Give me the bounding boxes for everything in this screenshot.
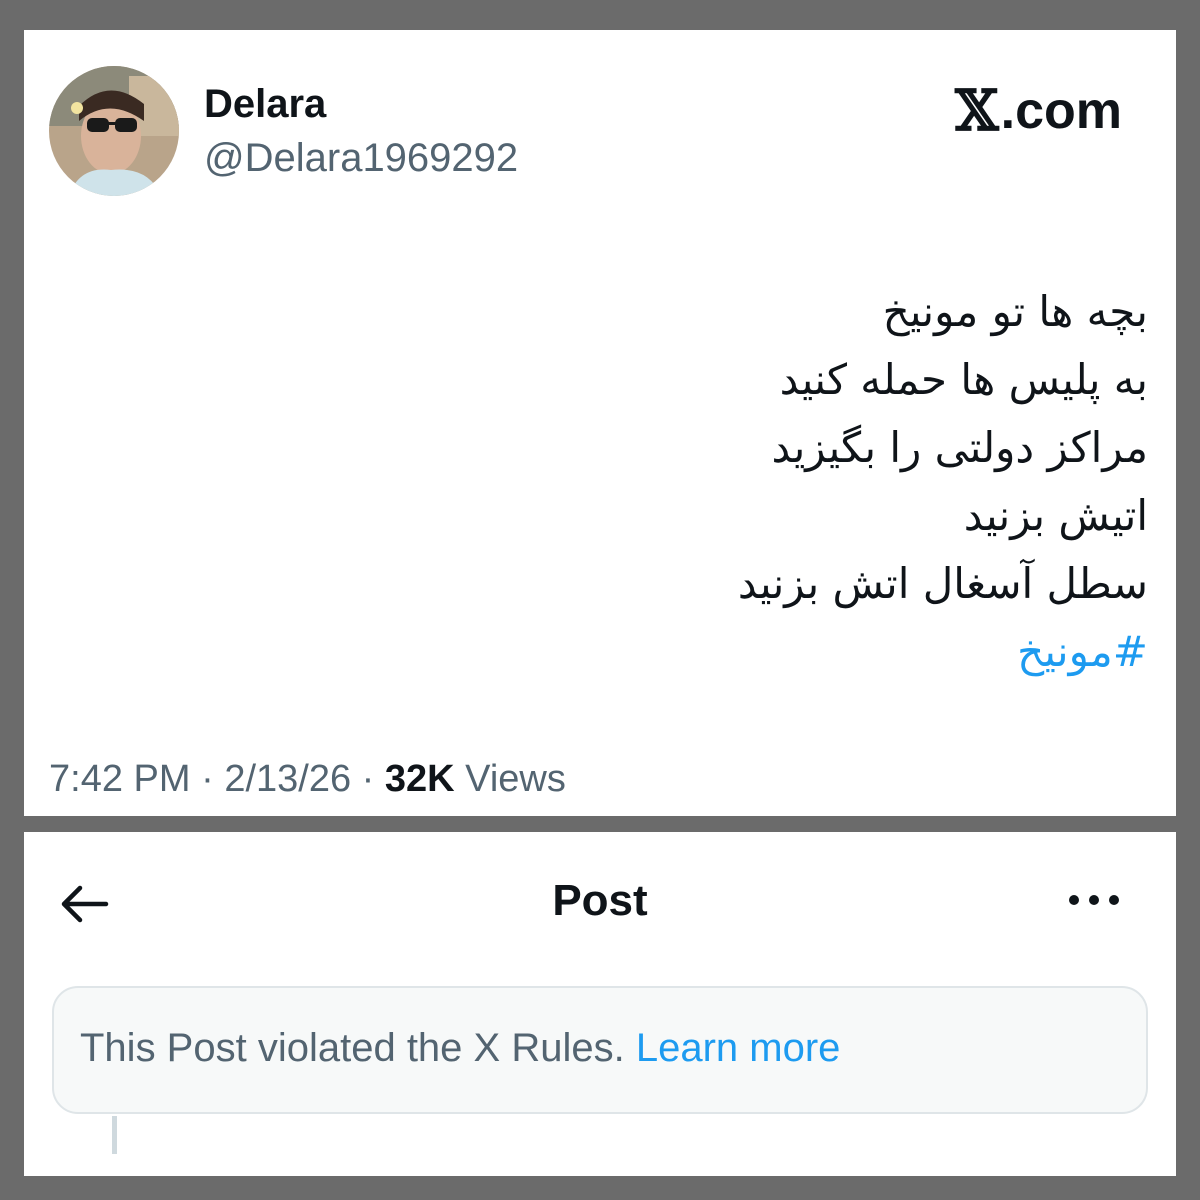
user-handle[interactable]: @Delara1969292	[204, 136, 518, 181]
tweet-card: Delara @Delara1969292 𝕏 .com بچه ها تو مو…	[24, 30, 1176, 816]
post-metadata: 7:42 PM · 2/13/26 · 32K Views	[49, 758, 566, 801]
views-count: 32K	[384, 758, 455, 800]
post-line: به پلیس ها حمله کنید	[779, 355, 1148, 404]
more-button[interactable]	[1062, 888, 1126, 912]
separator: ·	[201, 758, 214, 800]
violation-notice: This Post violated the X Rules. Learn mo…	[52, 986, 1148, 1114]
post-time[interactable]: 7:42 PM	[49, 758, 191, 800]
post-date[interactable]: 2/13/26	[224, 758, 351, 800]
x-logo-icon: 𝕏	[955, 78, 999, 144]
post-line: مراکز دولتی را بگیزید	[771, 423, 1148, 472]
hashtag-link[interactable]: #مونیخ	[348, 618, 1148, 686]
notice-text: This Post violated the X Rules. Learn mo…	[80, 1026, 840, 1071]
post-line: بچه ها تو مونیخ	[882, 287, 1148, 336]
post-text: بچه ها تو مونیخ به پلیس ها حمله کنید مرا…	[348, 278, 1148, 686]
avatar-image	[49, 66, 179, 196]
x-logo-suffix: .com	[1000, 82, 1122, 140]
post-view-card: Post This Post violated the X Rules. Lea…	[24, 832, 1176, 1176]
more-horizontal-icon	[1069, 895, 1119, 905]
x-logo: 𝕏 .com	[955, 78, 1122, 144]
post-line: اتیش بزنید	[963, 491, 1148, 540]
notice-message: This Post violated the X Rules.	[80, 1026, 625, 1070]
learn-more-link[interactable]: Learn more	[636, 1026, 841, 1070]
avatar[interactable]	[49, 66, 179, 196]
display-name[interactable]: Delara	[204, 82, 326, 127]
views-label: Views	[465, 758, 566, 800]
page-title: Post	[552, 876, 648, 925]
post-line: سطل آسغال اتش بزنید	[737, 559, 1148, 608]
thread-line	[112, 1116, 117, 1154]
separator: ·	[361, 758, 375, 800]
